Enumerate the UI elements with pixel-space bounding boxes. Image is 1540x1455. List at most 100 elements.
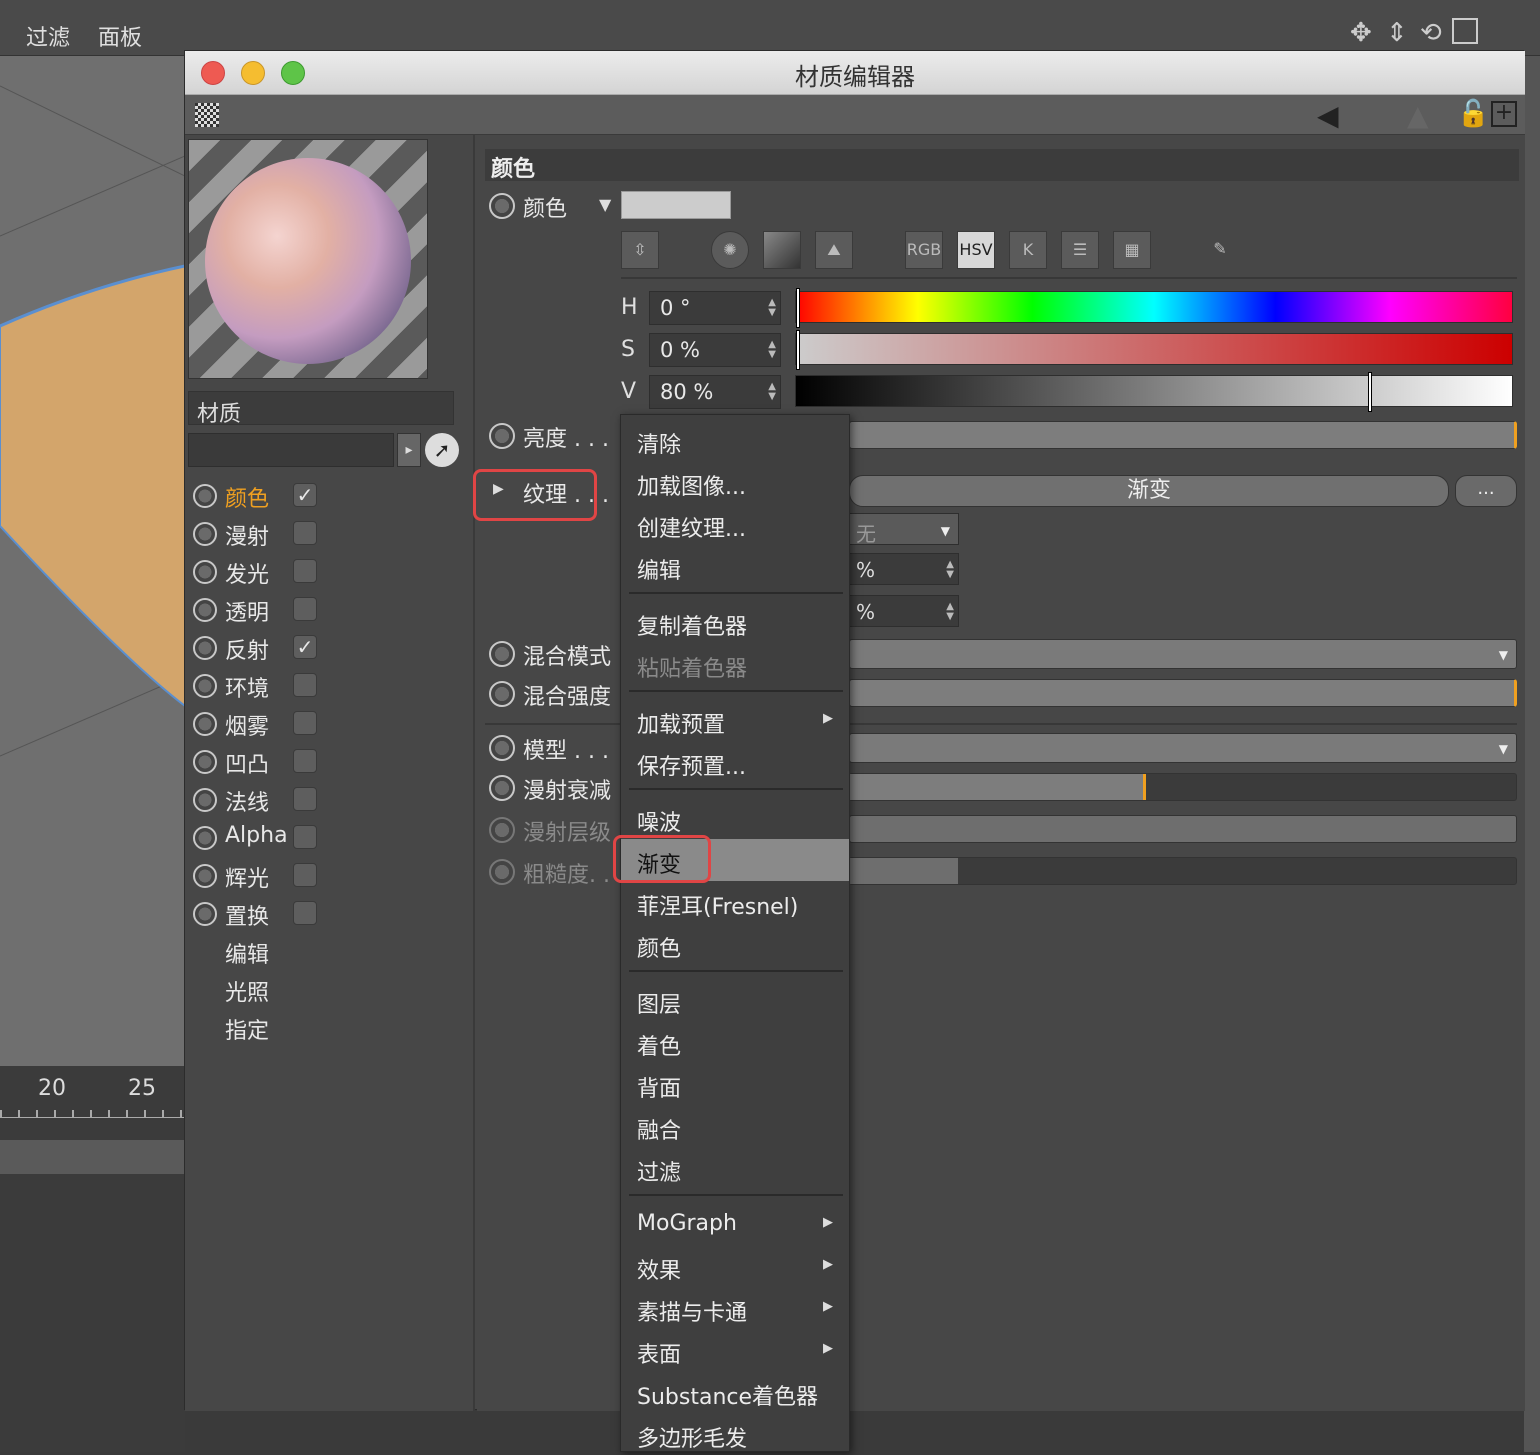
menu-item[interactable]: Substance着色器 (621, 1371, 849, 1413)
up-arrow-icon[interactable]: ▲ (1407, 99, 1429, 132)
menu-item[interactable]: 融合 (621, 1105, 849, 1147)
blend-strength-slider[interactable] (849, 679, 1517, 707)
channel-checkbox[interactable] (293, 825, 317, 849)
blur-scale-field[interactable]: % ▲ ▼ (849, 595, 959, 627)
window-titlebar[interactable]: 材质编辑器 (185, 51, 1525, 95)
channel-checkbox[interactable] (293, 711, 317, 735)
channel-checkbox[interactable]: ✓ (293, 635, 317, 659)
brightness-row[interactable]: 亮度 . . . (485, 417, 625, 457)
menu-item[interactable]: 过滤 (621, 1147, 849, 1189)
s-field[interactable]: 0 % ▲ ▼ (649, 333, 781, 367)
roughness-row[interactable]: 粗糙度. . (485, 853, 625, 893)
sampling-dropdown[interactable]: 无 ▼ (849, 513, 959, 546)
gradient-square-icon[interactable] (763, 231, 801, 269)
channel-item[interactable]: Alpha (185, 819, 475, 857)
menu-filter[interactable]: 过滤 (26, 20, 70, 52)
channel-checkbox[interactable] (293, 863, 317, 887)
menu-item[interactable]: MoGraph ▶ (621, 1203, 849, 1245)
menu-item[interactable]: 着色 (621, 1021, 849, 1063)
menu-item[interactable]: 编辑 (621, 545, 849, 587)
color-wheel-icon[interactable]: ✺ (711, 231, 749, 269)
channel-checkbox[interactable] (293, 597, 317, 621)
menu-item[interactable]: 保存预置... (621, 741, 849, 783)
saturation-slider[interactable] (795, 330, 1513, 370)
menu-item[interactable]: 多边形毛发 (621, 1413, 849, 1455)
menu-item[interactable]: 复制着色器 (621, 601, 849, 643)
channel-radio[interactable] (193, 674, 217, 698)
menu-item[interactable]: 颜色 (621, 923, 849, 965)
menu-item[interactable]: 图层 (621, 979, 849, 1021)
menu-item[interactable]: 表面 ▶ (621, 1329, 849, 1371)
arrow-updown-icon[interactable]: ⇕ (1386, 18, 1408, 48)
channel-radio[interactable] (193, 560, 217, 584)
chevron-right-icon[interactable]: ▶ (493, 481, 504, 497)
color-row[interactable]: 颜色 (485, 187, 605, 227)
sliders-icon[interactable]: ☰ (1061, 231, 1099, 269)
blend-mode-row[interactable]: 混合模式 (485, 635, 625, 675)
spinner-icon[interactable]: ▲ ▼ (946, 560, 954, 580)
spectrum-icon[interactable]: ⇳ (621, 231, 659, 269)
menu-item[interactable]: 菲涅耳(Fresnel) (621, 881, 849, 923)
channel-item[interactable]: 凹凸 (185, 743, 475, 781)
channel-item[interactable]: 发光 (185, 553, 475, 591)
blend-strength-radio[interactable] (489, 681, 515, 707)
rgb-mode-button[interactable]: RGB (905, 231, 943, 269)
menu-item[interactable]: 加载图像... (621, 461, 849, 503)
channel-radio[interactable] (193, 522, 217, 546)
channel-item[interactable]: 指定 (185, 1009, 475, 1047)
3d-viewport[interactable] (0, 56, 185, 1066)
color-anim-radio[interactable] (489, 193, 515, 219)
channel-search-field[interactable] (188, 433, 394, 467)
channel-checkbox[interactable] (293, 559, 317, 583)
model-dropdown[interactable]: ▼ (849, 733, 1517, 763)
cursor-arrow-icon[interactable]: ➚ (425, 433, 459, 467)
channel-item[interactable]: 透明 (185, 591, 475, 629)
channel-radio[interactable] (193, 598, 217, 622)
channel-checkbox[interactable] (293, 901, 317, 925)
channel-item[interactable]: 反射 ✓ (185, 629, 475, 667)
h-field[interactable]: 0 ° ▲ ▼ (649, 291, 781, 325)
brightness-radio[interactable] (489, 423, 515, 449)
v-field[interactable]: 80 % ▲ ▼ (649, 375, 781, 409)
channel-item[interactable]: 光照 (185, 971, 475, 1009)
menu-item[interactable]: 加载预置 ▶ (621, 699, 849, 741)
menu-item[interactable]: 效果 ▶ (621, 1245, 849, 1287)
channel-radio[interactable] (193, 864, 217, 888)
channel-checkbox[interactable] (293, 749, 317, 773)
channel-item[interactable]: 烟雾 (185, 705, 475, 743)
timeline-ruler[interactable] (0, 1110, 185, 1118)
channel-item[interactable]: 漫射 (185, 515, 475, 553)
rotate-icon[interactable]: ⟲ (1420, 18, 1442, 48)
spinner-icon[interactable]: ▲ ▼ (768, 298, 776, 318)
diffuse-level-radio[interactable] (489, 817, 515, 843)
channel-checkbox[interactable]: ✓ (293, 483, 317, 507)
chevron-down-icon[interactable]: ▼ (599, 195, 611, 214)
menu-item[interactable]: 背面 (621, 1063, 849, 1105)
blend-mode-dropdown[interactable]: ▼ (849, 639, 1517, 669)
channel-radio[interactable] (193, 636, 217, 660)
roughness-radio[interactable] (489, 859, 515, 885)
hsv-mode-button[interactable]: HSV (957, 231, 995, 269)
channel-item[interactable]: 置换 (185, 895, 475, 933)
image-icon[interactable]: ⛰ (815, 231, 853, 269)
channel-radio[interactable] (193, 788, 217, 812)
grip-icon[interactable] (195, 103, 219, 127)
channel-radio[interactable] (193, 826, 217, 850)
material-preview[interactable] (188, 139, 428, 379)
model-radio[interactable] (489, 735, 515, 761)
timeline-track[interactable] (0, 1140, 185, 1174)
channel-radio[interactable] (193, 712, 217, 736)
material-name[interactable]: 材质 (188, 391, 454, 427)
channel-item[interactable]: 编辑 (185, 933, 475, 971)
channel-item[interactable]: 法线 (185, 781, 475, 819)
channel-checkbox[interactable] (293, 673, 317, 697)
channel-radio[interactable] (193, 902, 217, 926)
channel-checkbox[interactable] (293, 521, 317, 545)
brightness-slider[interactable] (849, 421, 1517, 449)
hue-marker[interactable] (796, 288, 800, 328)
eyedropper-icon[interactable]: ✎ (1201, 231, 1239, 269)
diffuse-falloff-row[interactable]: 漫射衰减 (485, 769, 625, 809)
diffuse-falloff-slider[interactable] (849, 773, 1517, 801)
diffuse-level-slider[interactable] (849, 815, 1517, 843)
move-icon[interactable]: ✥ (1350, 18, 1372, 48)
